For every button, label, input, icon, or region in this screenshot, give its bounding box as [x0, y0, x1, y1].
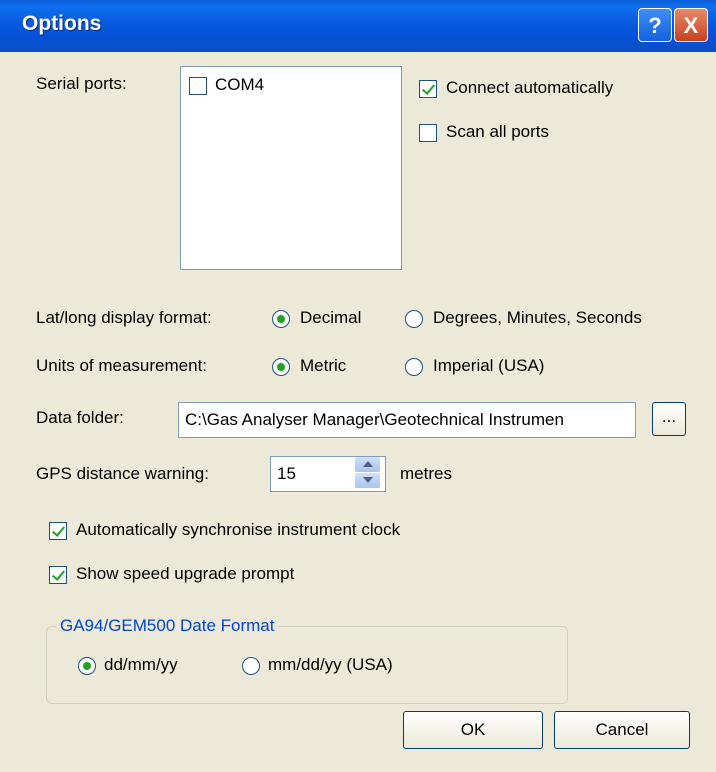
connect-automatically-label[interactable]: Connect automatically [446, 78, 613, 98]
date-ddmmyy-label[interactable]: dd/mm/yy [104, 655, 178, 675]
options-dialog: Options ? X Serial ports: COM4 Connect a… [0, 0, 716, 772]
date-mmddyy-label[interactable]: mm/dd/yy (USA) [268, 655, 393, 675]
gps-warning-label: GPS distance warning: [36, 464, 209, 483]
units-metric-label[interactable]: Metric [300, 356, 346, 376]
scan-all-ports-label[interactable]: Scan all ports [446, 122, 549, 142]
latlong-format-label: Lat/long display format: [36, 308, 212, 327]
gps-warning-spinner[interactable]: 15 [270, 456, 386, 492]
units-imperial-radio[interactable] [405, 358, 423, 376]
units-metric-radio[interactable] [272, 358, 290, 376]
help-button[interactable]: ? [638, 8, 672, 42]
date-ddmmyy-radio[interactable] [78, 657, 96, 675]
window-title: Options [22, 12, 102, 35]
latlong-decimal-label[interactable]: Decimal [300, 308, 361, 328]
serial-ports-label: Serial ports: [36, 74, 127, 93]
com4-label: COM4 [215, 75, 265, 94]
latlong-dms-label[interactable]: Degrees, Minutes, Seconds [433, 308, 642, 328]
spinner-buttons [354, 456, 382, 490]
browse-folder-button[interactable]: ... [652, 402, 686, 436]
scan-all-ports-checkbox[interactable] [419, 124, 437, 142]
sync-clock-label[interactable]: Automatically synchronise instrument clo… [76, 520, 400, 540]
gps-warning-units: metres [400, 464, 452, 483]
speed-prompt-checkbox[interactable] [49, 566, 67, 584]
latlong-decimal-radio[interactable] [272, 310, 290, 328]
connect-automatically-checkbox[interactable] [419, 80, 437, 98]
spin-up-icon[interactable] [355, 457, 380, 472]
units-label: Units of measurement: [36, 356, 208, 375]
com4-checkbox[interactable] [189, 77, 207, 95]
title-bar[interactable]: Options ? X [0, 0, 716, 52]
latlong-dms-radio[interactable] [405, 310, 423, 328]
date-mmddyy-radio[interactable] [242, 657, 260, 675]
units-imperial-label[interactable]: Imperial (USA) [433, 356, 544, 376]
data-folder-input[interactable]: C:\Gas Analyser Manager\Geotechnical Ins… [178, 402, 636, 438]
close-button[interactable]: X [674, 8, 708, 42]
spin-down-icon[interactable] [355, 473, 380, 488]
serial-ports-list[interactable]: COM4 [180, 66, 402, 270]
cancel-button[interactable]: Cancel [554, 711, 690, 749]
sync-clock-checkbox[interactable] [49, 522, 67, 540]
ok-button[interactable]: OK [403, 711, 543, 749]
speed-prompt-label[interactable]: Show speed upgrade prompt [76, 564, 294, 584]
date-format-title: GA94/GEM500 Date Format [56, 616, 279, 636]
data-folder-label: Data folder: [36, 408, 124, 427]
list-item[interactable]: COM4 [187, 75, 387, 97]
